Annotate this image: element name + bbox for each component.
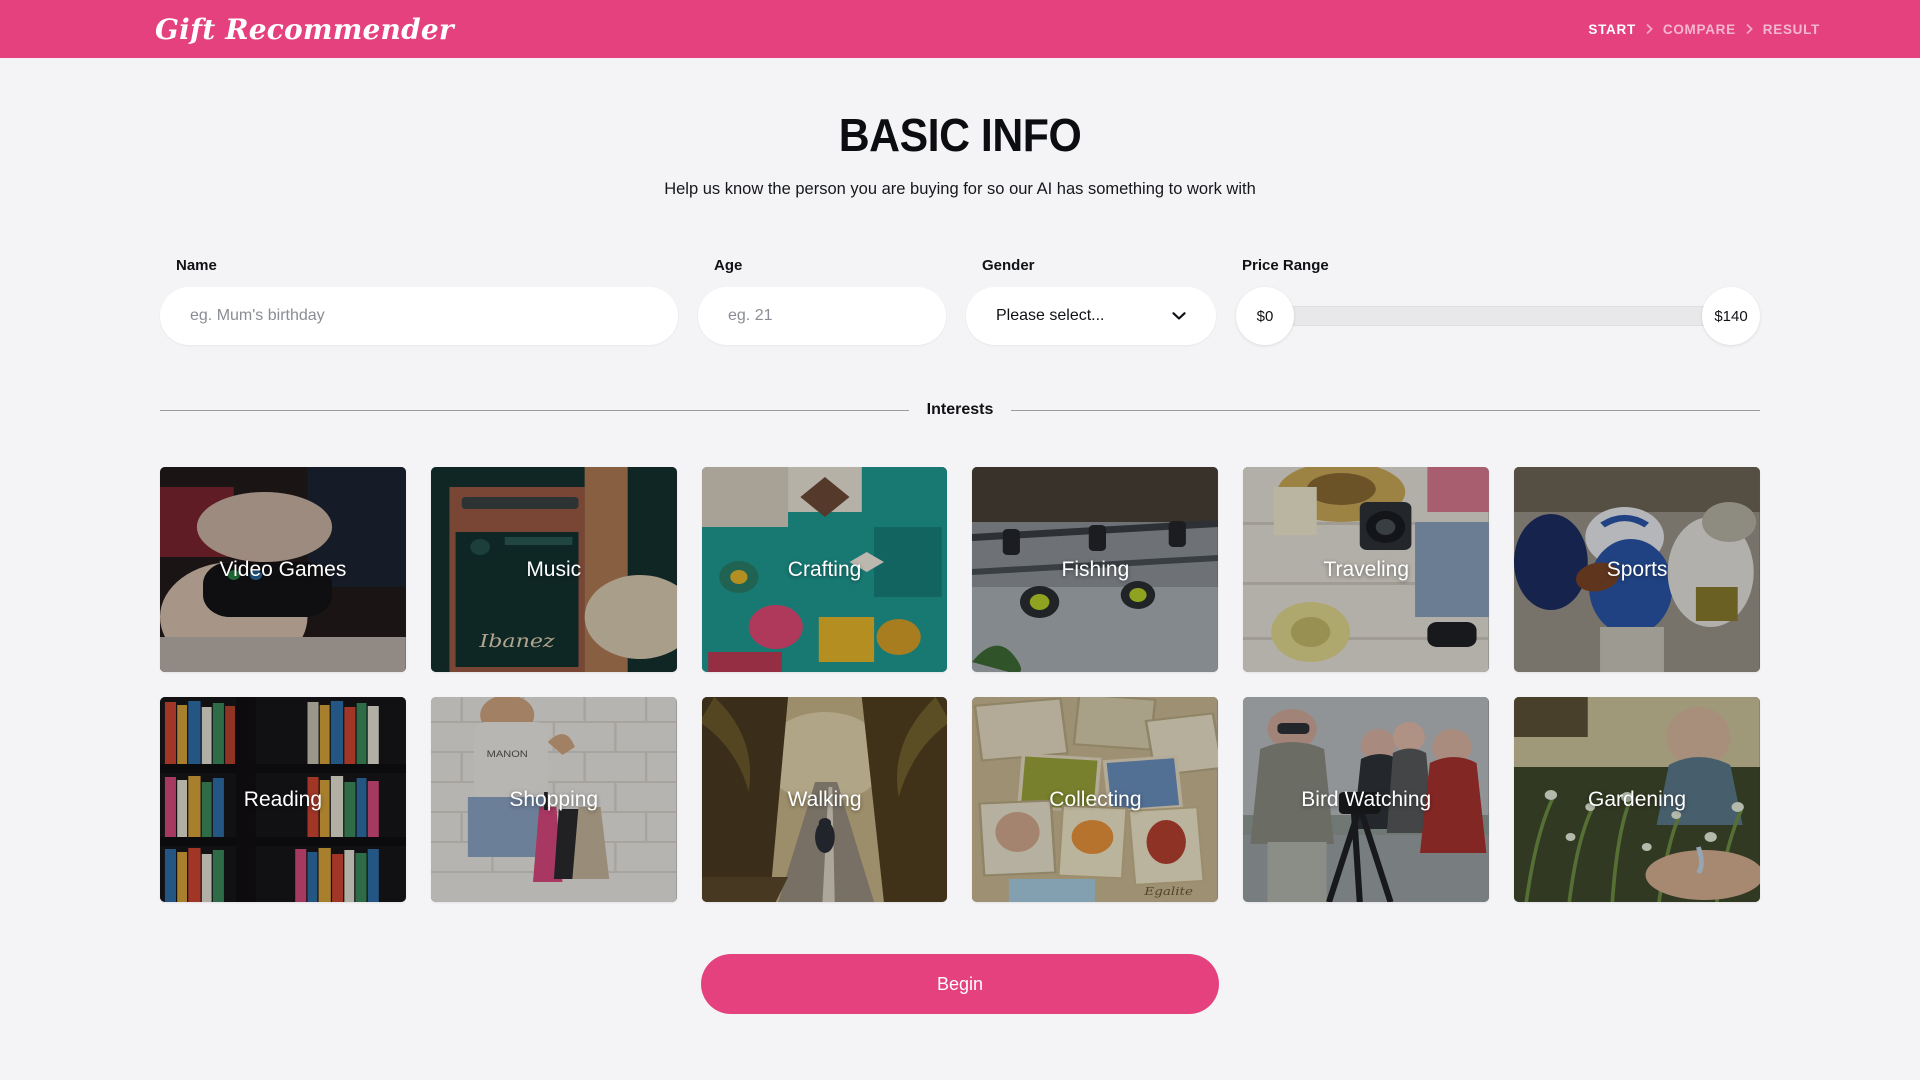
interest-card-label: Traveling xyxy=(1323,557,1410,581)
chevron-right-icon xyxy=(1745,23,1754,35)
interest-card-reading[interactable]: Reading xyxy=(160,697,406,902)
interest-card-gardening[interactable]: Gardening xyxy=(1514,697,1760,902)
interest-card-label: Gardening xyxy=(1588,787,1687,811)
gender-selected-value: Please select... xyxy=(996,307,1105,324)
interest-card-walking[interactable]: Walking xyxy=(701,697,948,902)
app-header: Gift Recommender START COMPARE RESULT xyxy=(0,0,1920,58)
price-range-group: Price Range $0 $140 xyxy=(1236,257,1760,345)
brand-logo[interactable]: Gift Recommender xyxy=(155,13,454,46)
interest-card-shopping[interactable]: MANON Shopping xyxy=(430,697,677,902)
interest-card-music[interactable]: Ibanez Music xyxy=(430,467,677,672)
gender-label: Gender xyxy=(982,257,1035,274)
interest-card-label: Walking xyxy=(787,787,862,811)
chevron-down-icon xyxy=(1172,312,1186,321)
interest-card-label: Reading xyxy=(243,787,323,811)
age-field-group: Age xyxy=(698,257,946,345)
interest-card-label: Video Games xyxy=(219,557,347,581)
page-content: BASIC INFO Help us know the person you a… xyxy=(0,58,1920,1014)
interest-card-traveling[interactable]: Traveling xyxy=(1243,467,1490,672)
basic-info-form: Name Age Gender Please select... Price R… xyxy=(160,257,1760,345)
breadcrumb-item-result[interactable]: RESULT xyxy=(1763,22,1820,37)
price-slider-track[interactable] xyxy=(1264,306,1732,326)
name-input[interactable] xyxy=(160,287,678,345)
age-label: Age xyxy=(714,257,743,274)
interest-card-fishing[interactable]: Fishing xyxy=(972,467,1219,672)
price-range-slider[interactable]: $0 $140 xyxy=(1236,287,1760,345)
interest-card-label: Music xyxy=(526,557,582,581)
price-slider-max-handle[interactable]: $140 xyxy=(1702,287,1760,345)
interest-card-crafting[interactable]: Crafting xyxy=(701,467,948,672)
interest-card-bird-watching[interactable]: Bird Watching xyxy=(1243,697,1490,902)
interest-card-label: Sports xyxy=(1606,557,1668,581)
interest-card-sports[interactable]: Sports xyxy=(1514,467,1760,672)
name-label: Name xyxy=(176,257,217,274)
page-subtitle: Help us know the person you are buying f… xyxy=(664,180,1256,198)
breadcrumb-item-start[interactable]: START xyxy=(1588,22,1636,37)
interests-grid: Video Games Ibanez Music Crafting Fishin… xyxy=(160,467,1760,902)
name-field-group: Name xyxy=(160,257,678,345)
divider-line-left xyxy=(160,409,909,411)
breadcrumb: START COMPARE RESULT xyxy=(1588,22,1820,37)
age-input[interactable] xyxy=(698,287,946,345)
interest-card-label: Fishing xyxy=(1061,557,1130,581)
interest-card-label: Crafting xyxy=(787,557,862,581)
page-title: BASIC INFO xyxy=(838,109,1082,161)
interest-card-label: Collecting xyxy=(1049,787,1142,811)
interests-divider: Interests xyxy=(160,401,1761,419)
begin-button[interactable]: Begin xyxy=(701,954,1219,1014)
breadcrumb-item-compare[interactable]: COMPARE xyxy=(1663,22,1736,37)
interest-card-video-games[interactable]: Video Games xyxy=(160,467,406,672)
interest-card-label: Shopping xyxy=(509,787,599,811)
gender-field-group: Gender Please select... xyxy=(966,257,1216,345)
interests-divider-label: Interests xyxy=(926,401,994,418)
divider-line-right xyxy=(1011,409,1761,411)
price-range-label: Price Range xyxy=(1242,257,1329,274)
begin-button-row: Begin xyxy=(160,954,1760,1014)
price-slider-min-handle[interactable]: $0 xyxy=(1236,287,1294,345)
chevron-right-icon xyxy=(1645,23,1654,35)
interest-card-collecting[interactable]: Egalite Collecting xyxy=(972,697,1219,902)
gender-select[interactable]: Please select... xyxy=(966,287,1216,345)
interest-card-label: Bird Watching xyxy=(1301,787,1432,811)
